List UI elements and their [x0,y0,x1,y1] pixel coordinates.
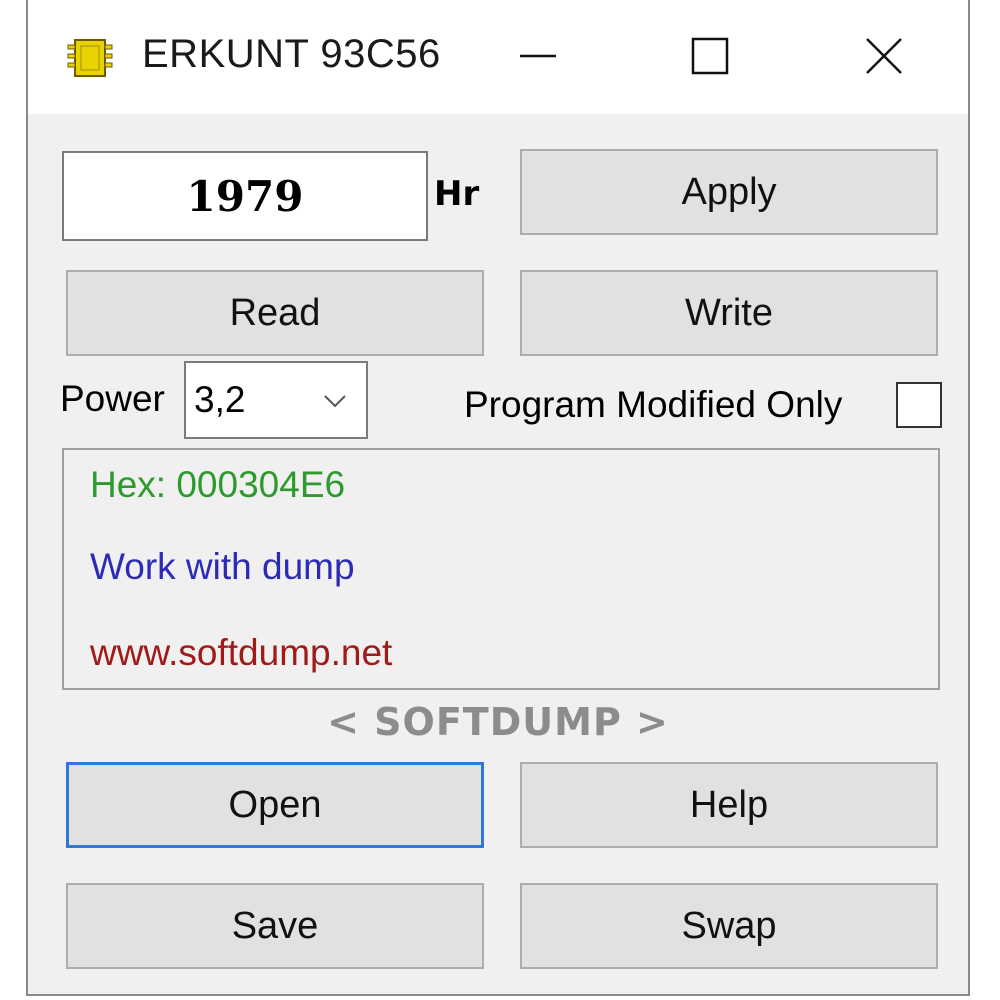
chip-icon [67,39,113,77]
main-panel: 1979 Hr Apply Read Write Power 3,2 Progr… [28,114,968,994]
log-line-website: www.softdump.net [90,632,393,673]
write-button[interactable]: Write [520,270,938,356]
title-bar[interactable]: ERKUNT 93C56 [28,0,968,114]
maximize-icon[interactable] [680,26,740,86]
hours-input[interactable]: 1979 [62,151,428,241]
window-title: ERKUNT 93C56 [142,32,441,76]
close-icon[interactable] [854,26,914,86]
power-select[interactable]: 3,2 [184,361,368,439]
minimize-icon[interactable] [508,26,568,86]
chevron-down-icon [324,395,346,408]
open-button[interactable]: Open [66,762,484,848]
power-label: Power [60,378,165,419]
read-button[interactable]: Read [66,270,484,356]
log-panel: Hex: 000304E6 Work with dump www.softdum… [62,448,940,690]
help-button[interactable]: Help [520,762,938,848]
brand-label: < SOFTDUMP > [327,700,669,744]
power-selected-value: 3,2 [194,379,246,420]
apply-button[interactable]: Apply [520,149,938,235]
save-button[interactable]: Save [66,883,484,969]
log-line-hex: Hex: 000304E6 [90,464,346,505]
program-modified-only-label: Program Modified Only [464,384,843,425]
log-line-status: Work with dump [90,546,355,587]
program-modified-only-checkbox[interactable] [896,382,942,428]
hours-unit-label: Hr [434,174,480,214]
app-window: ERKUNT 93C56 1979 Hr Apply Read Write Po… [26,0,970,996]
swap-button[interactable]: Swap [520,883,938,969]
